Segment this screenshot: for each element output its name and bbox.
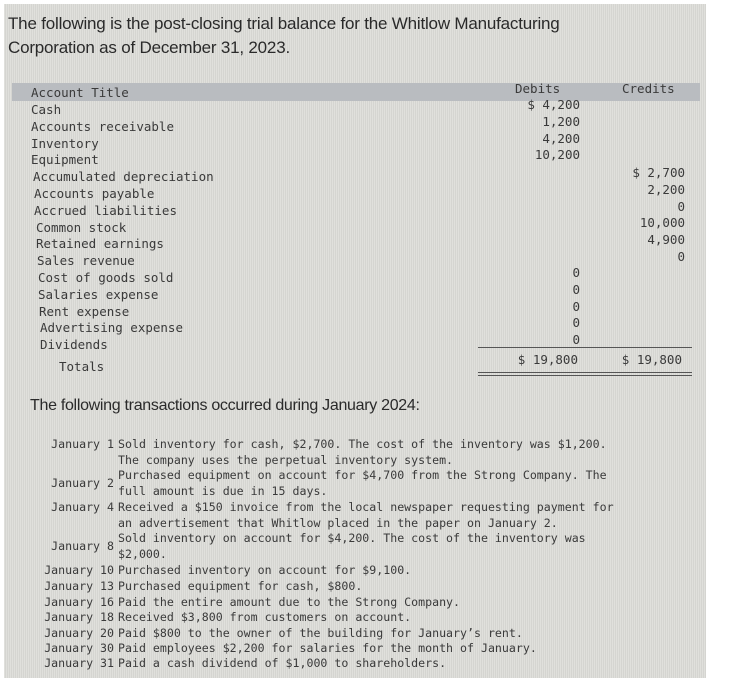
account-row: Accounts receivable bbox=[31, 118, 174, 134]
credit-value: 0 bbox=[677, 198, 685, 214]
subtotal-rule bbox=[478, 347, 692, 348]
account-row: Dividends bbox=[40, 337, 108, 353]
total-double-rule bbox=[478, 372, 692, 376]
credit-value: $ 2,700 bbox=[632, 165, 685, 180]
transactions-heading: The following transactions occurred duri… bbox=[30, 397, 420, 414]
transaction-description: Sold inventory for cash, $2,700. The cos… bbox=[118, 437, 607, 467]
transaction-date: January 8 bbox=[51, 538, 114, 553]
total-debits: $ 19,800 bbox=[517, 352, 578, 367]
debit-value: 4,200 bbox=[542, 130, 580, 146]
transaction-row: January 4 Received a $150 invoice from t… bbox=[36, 500, 676, 531]
transaction-date: January 10 bbox=[44, 563, 114, 577]
transaction-row: January 8 Sold inventory on account for … bbox=[36, 531, 676, 562]
expense-debits-column: 0 0 0 0 0 bbox=[480, 265, 580, 349]
transaction-row: January 10 Purchased inventory on accoun… bbox=[36, 563, 676, 579]
total-credits: $ 19,800 bbox=[621, 352, 682, 367]
transaction-date: January 31 bbox=[44, 656, 114, 670]
account-row: Inventory bbox=[31, 135, 99, 151]
transaction-description: Received a $150 invoice from the local n… bbox=[118, 500, 614, 530]
account-row: Cash bbox=[31, 102, 62, 117]
account-row: Common stock bbox=[36, 219, 127, 235]
transaction-date: January 18 bbox=[44, 610, 114, 624]
account-row: Retained earnings bbox=[36, 236, 164, 252]
transaction-row: January 13 Purchased equipment for cash,… bbox=[36, 579, 676, 595]
transaction-row: January 18 Received $3,800 from customer… bbox=[36, 610, 676, 626]
debit-value: $ 4,200 bbox=[527, 97, 580, 112]
transaction-row: January 1 Sold inventory for cash, $2,70… bbox=[36, 437, 676, 468]
column-header-account-title: Account Title bbox=[31, 85, 129, 100]
credit-value: 4,900 bbox=[647, 232, 685, 248]
account-row: Rent expense bbox=[39, 303, 130, 319]
transaction-date: January 30 bbox=[44, 641, 114, 655]
transaction-date: January 13 bbox=[44, 579, 114, 593]
debit-value: 0 bbox=[572, 315, 580, 331]
column-header-credits: Credits bbox=[622, 81, 675, 96]
transaction-date: January 2 bbox=[51, 475, 114, 490]
intro-paragraph: The following is the post-closing trial … bbox=[8, 14, 560, 57]
account-row: Cost of goods sold bbox=[38, 269, 174, 285]
account-row: Accumulated depreciation bbox=[33, 169, 214, 185]
transaction-description: Paid a cash dividend of $1,000 to shareh… bbox=[118, 656, 447, 670]
transaction-row: January 30 Paid employees $2,200 for sal… bbox=[36, 641, 676, 657]
transaction-description: Paid the entire amount due to the Strong… bbox=[118, 595, 461, 609]
transaction-description: Paid employees $2,200 for salaries for t… bbox=[118, 641, 537, 655]
credit-value: 10,000 bbox=[639, 215, 685, 231]
transaction-row: January 16 Paid the entire amount due to… bbox=[36, 595, 676, 611]
transaction-date: January 4 bbox=[51, 500, 114, 514]
account-row: Salaries expense bbox=[38, 286, 159, 302]
transaction-row: January 2 Purchased equipment on account… bbox=[36, 468, 676, 499]
credit-value: 2,200 bbox=[647, 181, 685, 197]
account-row: Equipment bbox=[31, 152, 99, 168]
transaction-description: Purchased inventory on account for $9,10… bbox=[118, 563, 412, 577]
transaction-description: Purchased equipment on account for $4,70… bbox=[118, 468, 607, 498]
transaction-row: January 31 Paid a cash dividend of $1,00… bbox=[36, 656, 676, 672]
transaction-description: Sold inventory on account for $4,200. Th… bbox=[118, 531, 586, 561]
credits-column: $ 2,700 2,200 0 10,000 4,900 0 bbox=[590, 165, 685, 266]
account-title-column: Cash Accounts receivable Inventory Equip… bbox=[31, 102, 214, 354]
account-row: Accounts payable bbox=[34, 185, 155, 201]
debit-value: 0 bbox=[572, 298, 580, 314]
credit-value: 0 bbox=[677, 248, 685, 264]
debit-value: 1,200 bbox=[542, 113, 580, 129]
transaction-description: Paid $800 to the owner of the building f… bbox=[118, 626, 523, 640]
account-row: Advertising expense bbox=[40, 320, 183, 336]
debit-value: 0 bbox=[572, 265, 580, 280]
transaction-date: January 16 bbox=[44, 595, 114, 609]
column-header-debits: Debits bbox=[515, 81, 561, 96]
transaction-row: January 20 Paid $800 to the owner of the… bbox=[36, 626, 676, 642]
transaction-date: January 20 bbox=[44, 626, 114, 640]
transaction-date: January 1 bbox=[51, 437, 114, 451]
account-row: Sales revenue bbox=[37, 253, 135, 269]
account-row: Accrued liabilities bbox=[34, 202, 177, 218]
debit-value: 10,200 bbox=[534, 147, 580, 163]
transaction-description: Purchased equipment for cash, $800. bbox=[118, 579, 363, 593]
debit-value: 0 bbox=[572, 281, 580, 297]
transaction-description: Received $3,800 from customers on accoun… bbox=[118, 610, 412, 624]
debits-column: $ 4,200 1,200 4,200 10,200 bbox=[480, 97, 580, 164]
totals-label: Totals bbox=[59, 359, 105, 374]
